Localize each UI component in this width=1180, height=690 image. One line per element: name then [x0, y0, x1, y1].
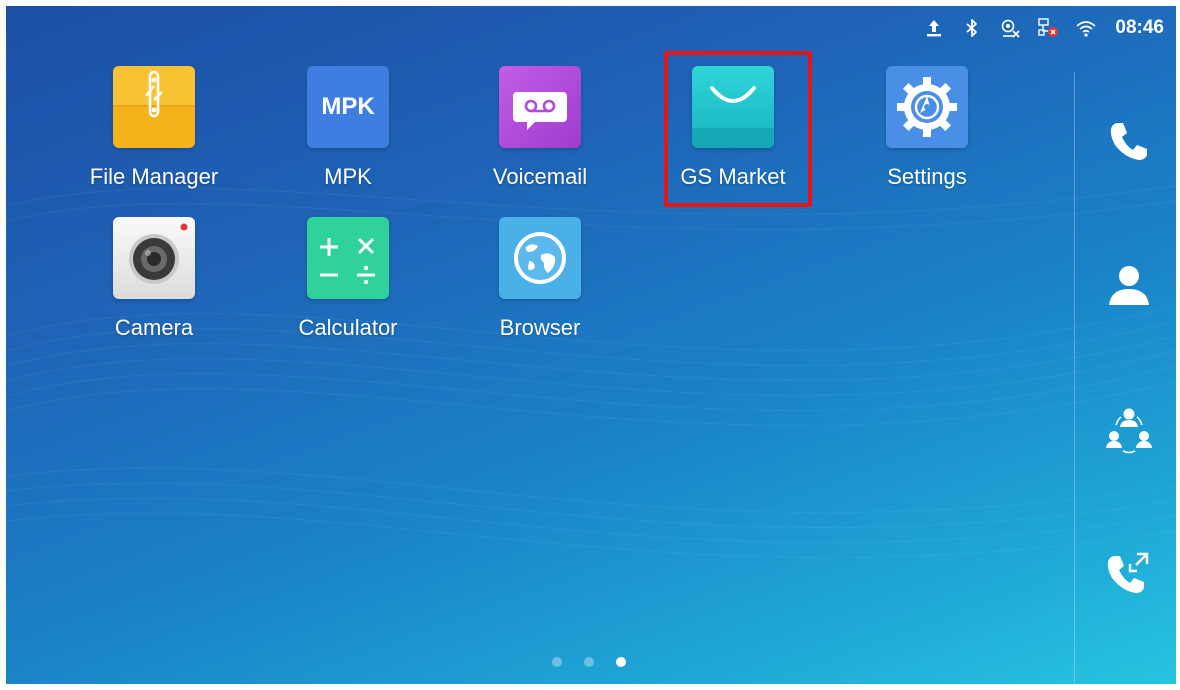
status-bar: 08:46	[923, 6, 1176, 50]
upload-icon	[923, 17, 945, 39]
app-label: File Manager	[89, 164, 219, 189]
app-file-manager[interactable]: File Manager	[69, 66, 239, 190]
clock: 08:46	[1115, 17, 1164, 38]
app-label: MPK	[324, 164, 372, 189]
file-manager-icon	[113, 66, 195, 148]
camera-icon	[113, 217, 195, 299]
dock-phone-button[interactable]	[1094, 106, 1164, 176]
settings-icon	[886, 66, 968, 148]
app-camera[interactable]: Camera	[69, 217, 239, 341]
app-voicemail[interactable]: Voicemail	[455, 66, 625, 190]
conference-icon	[1106, 408, 1152, 454]
call-transfer-icon	[1107, 552, 1149, 593]
phone-icon	[1110, 123, 1147, 160]
bluetooth-icon	[961, 17, 983, 39]
app-calculator[interactable]: Calculator	[263, 217, 433, 341]
app-label: Calculator	[298, 315, 398, 340]
highlight-box	[664, 51, 812, 207]
dock-transfer-button[interactable]	[1094, 537, 1164, 607]
app-label: Voicemail	[492, 164, 588, 189]
wifi-icon	[1075, 17, 1097, 39]
app-browser[interactable]: Browser	[455, 217, 625, 341]
mpk-icon: MPK	[307, 66, 389, 148]
app-label: Settings	[887, 164, 967, 189]
app-settings[interactable]: Settings	[842, 66, 1012, 190]
app-label: Camera	[114, 315, 194, 340]
contacts-icon	[1109, 266, 1149, 305]
page-dot[interactable]	[584, 657, 594, 667]
voicemail-icon	[499, 66, 581, 148]
dock-conference-button[interactable]	[1094, 394, 1164, 464]
home-screen: 08:46 File Manager MPK MPK Voicemail GS …	[6, 6, 1176, 684]
page-dot[interactable]	[552, 657, 562, 667]
mpk-icon-text: MPK	[321, 93, 375, 120]
browser-icon	[499, 217, 581, 299]
app-mpk[interactable]: MPK MPK	[263, 66, 433, 190]
camera-off-icon	[999, 17, 1021, 39]
dock-divider	[1074, 72, 1075, 684]
page-dot-active[interactable]	[616, 657, 626, 667]
dock-contacts-button[interactable]	[1094, 250, 1164, 320]
network-error-icon	[1037, 17, 1059, 39]
app-label: Browser	[499, 315, 581, 340]
page-indicator	[552, 657, 626, 667]
calculator-icon	[307, 217, 389, 299]
